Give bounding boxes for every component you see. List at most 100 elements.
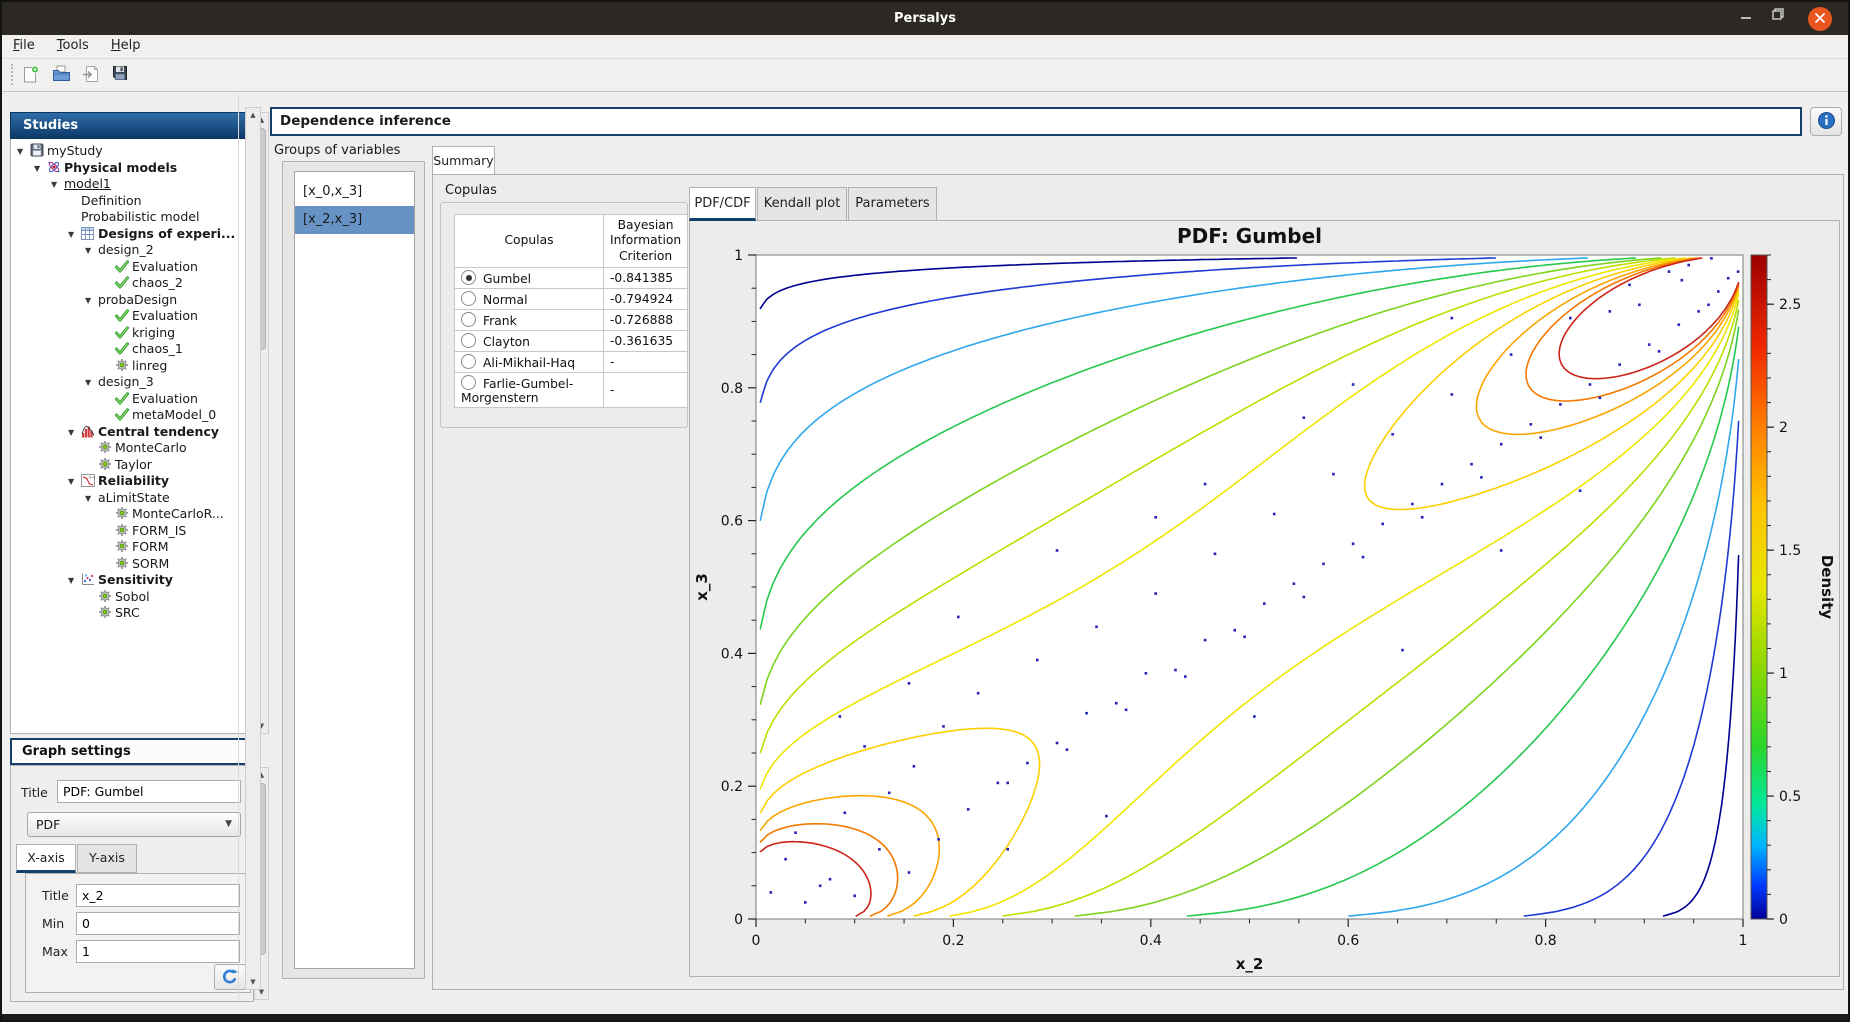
axis-min-label: Min [42, 916, 64, 931]
title-bar[interactable]: Persalys [2, 2, 1848, 35]
tree-item-mystudy[interactable]: ▼myStudy [11, 143, 253, 160]
main-scrollbar[interactable]: ▲ ▼ [245, 107, 261, 990]
tree-item-label: SRC [115, 605, 140, 620]
copula-name: Frank [483, 314, 517, 328]
tree-item-evaluation[interactable]: Evaluation [11, 259, 253, 276]
menu-help[interactable]: Help [100, 35, 152, 53]
restore-button[interactable] [1766, 7, 1790, 31]
svg-text:1: 1 [1739, 933, 1748, 949]
radio-gumbel[interactable] [461, 270, 476, 285]
tree-item-label: MonteCarloR... [132, 506, 224, 521]
tree-item-sensitivity[interactable]: ▼Sensitivity [11, 572, 253, 589]
tree-item-montecarlor-[interactable]: MonteCarloR... [11, 506, 253, 523]
tree-item-linreg[interactable]: linreg [11, 358, 253, 375]
chevron-down-icon: ▼ [225, 813, 232, 836]
tree-item-label: Taylor [115, 457, 152, 472]
save-button[interactable] [112, 65, 134, 87]
svg-text:0.4: 0.4 [721, 646, 743, 662]
expander-icon[interactable]: ▼ [17, 144, 30, 161]
expander-icon[interactable]: ▼ [85, 243, 98, 260]
tree-item-form[interactable]: FORM [11, 539, 253, 556]
tab-x-axis[interactable]: X-axis [16, 844, 76, 873]
tree-item-designs-of-experi-[interactable]: ▼ Designs of experi... [11, 226, 253, 243]
expander-icon[interactable]: ▼ [68, 227, 81, 244]
tree-item-central-tendency[interactable]: ▼ Central tendency [11, 424, 253, 441]
tree-item-label: SORM [132, 556, 169, 571]
tab-pdf-cdf[interactable]: PDF/CDF [689, 187, 756, 221]
radio-normal[interactable] [461, 291, 476, 306]
dock-splitter[interactable] [238, 95, 239, 1000]
radio-frank[interactable] [461, 312, 476, 327]
tree-item-design-3[interactable]: ▼design_3 [11, 374, 253, 391]
tree-item-model1[interactable]: ▼model1 [11, 176, 253, 193]
tree-item-design-2[interactable]: ▼design_2 [11, 242, 253, 259]
tree-item-taylor[interactable]: Taylor [11, 457, 253, 474]
radio-ali-mikhail-haq[interactable] [461, 354, 476, 369]
scroll-up-icon[interactable]: ▲ [246, 111, 260, 119]
radio-farlie-gumbel-morgenstern[interactable] [461, 375, 476, 390]
plot-pane: PDF: Gumbel00.20.40.60.8100.20.40.60.81x… [689, 220, 1840, 977]
expander-icon[interactable]: ▼ [85, 375, 98, 392]
menu-file[interactable]: File [2, 35, 46, 53]
plot-type-select[interactable]: PDF ▼ [27, 812, 241, 837]
expander-icon[interactable]: ▼ [68, 474, 81, 491]
tree-item-montecarlo[interactable]: MonteCarlo [11, 440, 253, 457]
tree-item-probabilistic-model[interactable]: Probabilistic model [11, 209, 253, 226]
group-item-x_0x_3[interactable]: [x_0,x_3] [295, 178, 414, 206]
tree-item-label: probaDesign [98, 292, 177, 307]
tree-item-label: Physical models [64, 160, 177, 175]
expander-icon[interactable]: ▼ [85, 293, 98, 310]
graph-title-input[interactable] [57, 780, 241, 803]
tree-item-form-is[interactable]: FORM_IS [11, 523, 253, 540]
tree-item-chaos-2[interactable]: chaos_2 [11, 275, 253, 292]
refresh-button[interactable] [214, 964, 246, 990]
studies-panel-header: Studies [10, 112, 254, 139]
tree-item-src[interactable]: SRC [11, 605, 253, 622]
tree-item-physical-models[interactable]: ▼ Physical models [11, 160, 253, 177]
tree-item-alimitstate[interactable]: ▼aLimitState [11, 490, 253, 507]
tree-item-label: Designs of experi... [98, 226, 235, 241]
tree-item-reliability[interactable]: ▼G=0Reliability [11, 473, 253, 490]
tree-item-kriging[interactable]: kriging [11, 325, 253, 342]
tree-item-metamodel-0[interactable]: metaModel_0 [11, 407, 253, 424]
info-button[interactable] [1810, 107, 1842, 136]
copula-row-frank: Frank-0.726888 [455, 310, 688, 331]
svg-text:0: 0 [734, 912, 743, 928]
tab-parameters[interactable]: Parameters [848, 187, 937, 221]
svg-text:0.5: 0.5 [1779, 789, 1801, 805]
tab-y-axis[interactable]: Y-axis [77, 844, 137, 873]
tree-item-evaluation[interactable]: Evaluation [11, 308, 253, 325]
bic-value: - [604, 352, 688, 373]
toolbar-handle[interactable] [11, 64, 16, 85]
axis-min-input[interactable] [76, 912, 240, 935]
radio-clayton[interactable] [461, 333, 476, 348]
scroll-down-icon[interactable]: ▼ [246, 978, 260, 986]
bic-value: -0.841385 [604, 268, 688, 289]
menu-tools[interactable]: Tools [46, 35, 100, 53]
tab-summary[interactable]: Summary [432, 146, 495, 177]
tab-kendall-plot[interactable]: Kendall plot [757, 187, 847, 221]
expander-icon[interactable]: ▼ [85, 491, 98, 508]
expander-icon[interactable]: ▼ [68, 573, 81, 590]
tree-item-definition[interactable]: Definition [11, 193, 253, 210]
expander-icon[interactable]: ▼ [34, 161, 47, 178]
expander-icon[interactable]: ▼ [68, 425, 81, 442]
expander-icon[interactable]: ▼ [51, 177, 64, 194]
tree-item-chaos-1[interactable]: chaos_1 [11, 341, 253, 358]
close-button[interactable] [1808, 7, 1832, 31]
axis-title-input[interactable] [76, 884, 240, 907]
group-item-x_2x_3[interactable]: [x_2,x_3] [295, 206, 414, 234]
minimize-button[interactable] [1734, 7, 1758, 31]
tree-item-label: Central tendency [98, 424, 219, 439]
tree-item-probadesign[interactable]: ▼probaDesign [11, 292, 253, 309]
export-python-button[interactable] [82, 65, 104, 87]
open-study-button[interactable] [52, 65, 74, 87]
svg-text:0.8: 0.8 [721, 381, 743, 397]
new-study-button[interactable] [22, 65, 44, 87]
axis-max-input[interactable] [76, 940, 240, 963]
tree-item-sorm[interactable]: SORM [11, 556, 253, 573]
tree-item-evaluation[interactable]: Evaluation [11, 391, 253, 408]
tree-item-label: Definition [81, 193, 142, 208]
tree-item-label: Sobol [115, 589, 150, 604]
tree-item-sobol[interactable]: Sobol [11, 589, 253, 606]
